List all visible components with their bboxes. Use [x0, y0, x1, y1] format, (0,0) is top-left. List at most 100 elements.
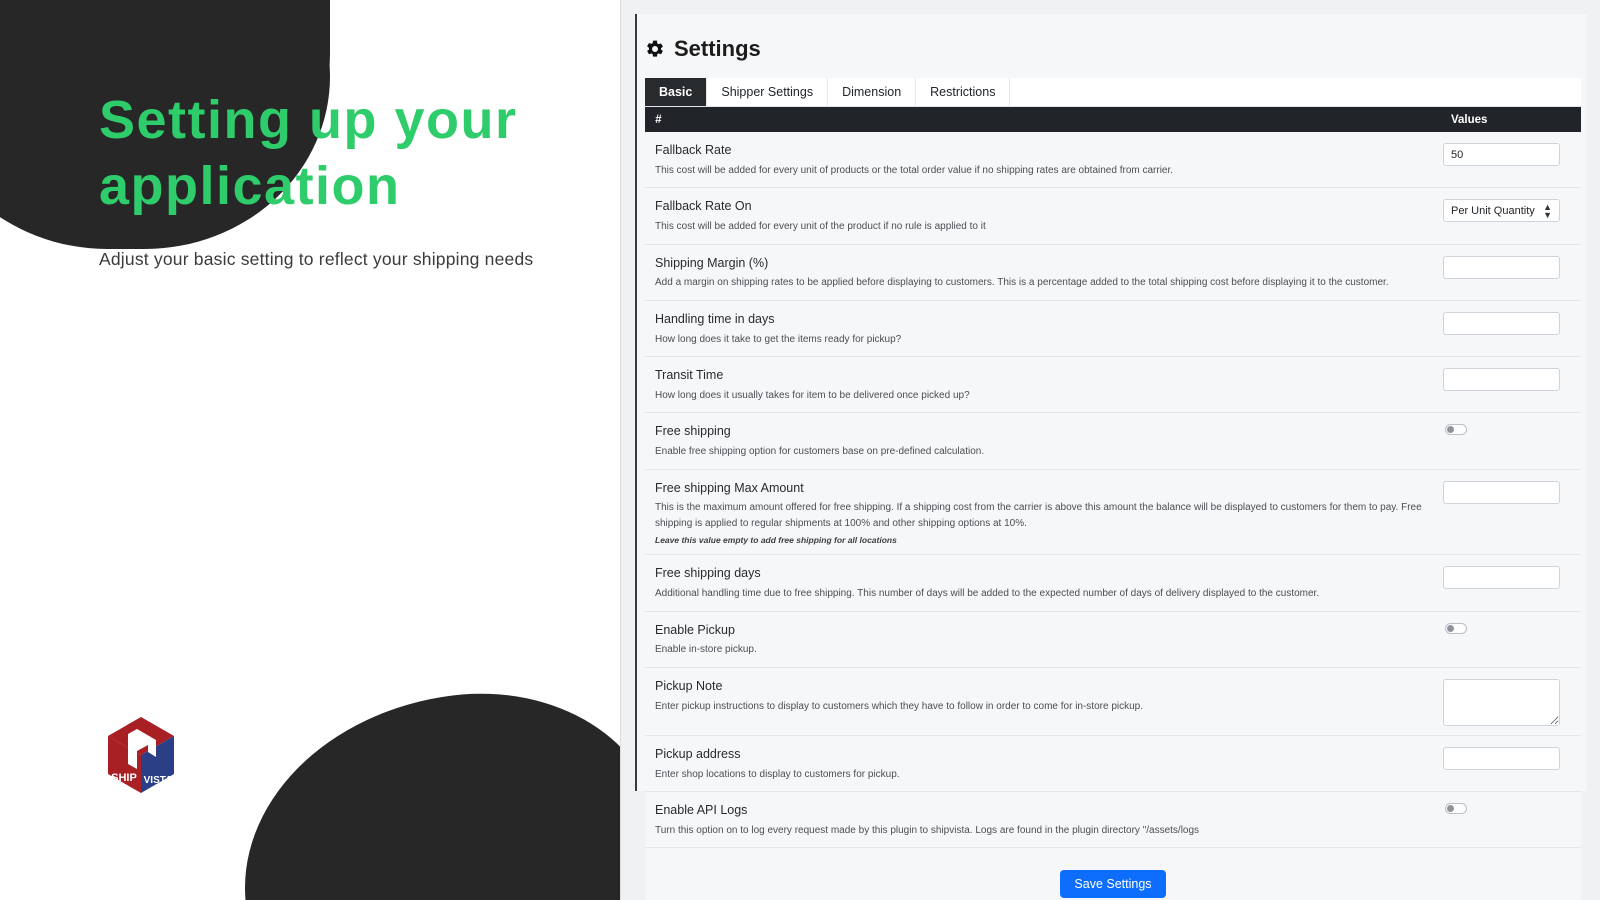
setting-description: How long does it take to get the items r…	[655, 333, 902, 345]
setting-row-pickup-address: Pickup address Enter shop locations to di…	[645, 736, 1581, 792]
chevron-updown-icon: ▲ ▼	[1543, 201, 1552, 220]
setting-value-cell	[1443, 621, 1581, 634]
free-shipping-toggle[interactable]	[1445, 424, 1467, 436]
screen-root: Setting up your application Adjust your …	[0, 0, 1600, 900]
setting-value-cell: Per Unit Quantity ▲ ▼	[1443, 197, 1581, 223]
setting-row-fallback-rate-on: Fallback Rate On This cost will be added …	[645, 188, 1581, 245]
save-settings-button[interactable]: Save Settings	[1060, 870, 1166, 899]
toggle-knob	[1447, 805, 1454, 812]
free-shipping-max-amount-input[interactable]	[1443, 480, 1560, 504]
setting-row-shipping-margin: Shipping Margin (%) Add a margin on shipp…	[645, 245, 1581, 301]
fallback-rate-input[interactable]	[1443, 143, 1560, 166]
settings-tabs: Basic Shipper Settings Dimension Restrictio…	[645, 78, 1581, 107]
setting-value-cell	[1443, 479, 1581, 504]
toggle-knob	[1447, 624, 1454, 632]
setting-value-cell	[1443, 310, 1581, 335]
setting-row-handling-time-in-days: Handling time in days How long does it ta…	[645, 301, 1581, 357]
setting-label: Enable API Logs	[655, 803, 748, 817]
setting-description: Add a margin on shipping rates to be app…	[655, 277, 1389, 289]
setting-label: Fallback Rate	[655, 143, 732, 157]
setting-description: Enter shop locations to display to custo…	[655, 768, 900, 780]
setting-label-cell: Pickup Note Enter pickup instructions to …	[655, 677, 1443, 714]
tab-dimension[interactable]: Dimension	[828, 78, 917, 106]
free-shipping-days-input[interactable]	[1443, 566, 1560, 590]
setting-row-free-shipping-max-amount: Free shipping Max Amount This is the maxi…	[645, 470, 1581, 556]
setting-value-cell	[1443, 366, 1581, 391]
tab-basic[interactable]: Basic	[645, 78, 708, 106]
setting-label: Fallback Rate On	[655, 199, 752, 214]
column-header-hash: #	[655, 113, 662, 126]
settings-panel: Settings Basic Shipper Settings Dimension R…	[620, 0, 1600, 900]
setting-label: Free shipping Max Amount	[655, 480, 804, 495]
setting-label-cell: Free shipping days Additional handling ti…	[655, 564, 1443, 601]
setting-row-transit-time: Transit Time How long does it usually tak…	[645, 357, 1581, 414]
shipping-margin-input[interactable]	[1443, 255, 1560, 279]
setting-value-cell	[1443, 801, 1581, 814]
settings-rows: Fallback Rate This cost will be added for…	[645, 132, 1581, 849]
setting-row-free-shipping-days: Free shipping days Additional handling ti…	[645, 555, 1581, 612]
setting-description: This cost will be added for every unit o…	[655, 164, 1174, 176]
column-header-values: Values	[1451, 113, 1488, 126]
toggle-knob	[1447, 426, 1454, 434]
setting-value-cell	[1443, 564, 1581, 590]
setting-label-cell: Pickup address Enter shop locations to di…	[655, 745, 1443, 782]
logo-right-text: VISTA	[144, 775, 173, 786]
setting-label: Transit Time	[655, 368, 724, 382]
tab-shipper-settings[interactable]: Shipper Settings	[707, 78, 829, 106]
setting-value-cell	[1443, 677, 1581, 726]
save-settings-container: Save Settings	[645, 848, 1581, 900]
setting-label: Pickup address	[655, 746, 741, 761]
setting-label-cell: Fallback Rate This cost will be added for…	[655, 141, 1443, 178]
setting-label-cell: Free shipping Enable free shipping option…	[655, 422, 1443, 459]
setting-value-cell	[1443, 745, 1581, 770]
handling-time-in-days-input[interactable]	[1443, 311, 1560, 335]
table-header-row: # Values	[645, 107, 1581, 132]
promo-panel: Setting up your application Adjust your …	[0, 0, 633, 900]
fallback-rate-on-select[interactable]: Per Unit Quantity ▲ ▼	[1443, 199, 1560, 223]
enable-api-logs-toggle[interactable]	[1445, 803, 1467, 814]
setting-label: Free shipping days	[655, 566, 761, 581]
setting-description: Turn this option on to log every request…	[655, 824, 1200, 836]
setting-description: This is the maximum amount offered for f…	[655, 502, 1422, 529]
setting-description: Enable in-store pickup.	[655, 644, 757, 656]
page-title-text: Settings	[674, 36, 761, 61]
setting-note: Leave this value empty to add free shipp…	[655, 535, 897, 546]
setting-label: Enable Pickup	[655, 622, 735, 637]
setting-label-cell: Shipping Margin (%) Add a margin on shipp…	[655, 254, 1443, 291]
setting-description: How long does it usually takes for item …	[655, 389, 970, 401]
setting-label-cell: Fallback Rate On This cost will be added …	[655, 197, 1443, 234]
setting-row-free-shipping: Free shipping Enable free shipping option…	[645, 413, 1581, 470]
setting-label: Shipping Margin (%)	[655, 255, 769, 270]
setting-value-cell	[1443, 422, 1581, 436]
setting-row-enable-pickup: Enable Pickup Enable in-store pickup.	[645, 612, 1581, 668]
setting-description: Additional handling time due to free shi…	[655, 588, 1320, 599]
setting-label-cell: Enable Pickup Enable in-store pickup.	[655, 621, 1443, 658]
setting-row-pickup-note: Pickup Note Enter pickup instructions to …	[645, 668, 1581, 736]
setting-label: Handling time in days	[655, 311, 775, 326]
setting-label-cell: Enable API Logs Turn this option on to lo…	[655, 801, 1443, 838]
tab-restrictions[interactable]: Restrictions	[916, 78, 1011, 106]
promo-heading: Setting up your application	[99, 90, 518, 216]
setting-description: This cost will be added for every unit o…	[655, 221, 986, 232]
setting-label-cell: Free shipping Max Amount This is the maxi…	[655, 479, 1443, 546]
setting-value-cell	[1443, 141, 1581, 166]
shipvista-logo: SHIP VISTA	[104, 713, 178, 797]
pickup-address-input[interactable]	[1443, 746, 1560, 770]
setting-label-cell: Handling time in days How long does it ta…	[655, 310, 1443, 347]
setting-value-cell	[1443, 254, 1581, 279]
setting-label: Free shipping	[655, 424, 731, 439]
transit-time-input[interactable]	[1443, 368, 1560, 391]
setting-row-enable-api-logs: Enable API Logs Turn this option on to lo…	[645, 792, 1581, 849]
enable-pickup-toggle[interactable]	[1445, 622, 1467, 634]
gear-icon	[647, 40, 663, 57]
setting-row-fallback-rate: Fallback Rate This cost will be added for…	[645, 132, 1581, 189]
page-title: Settings	[637, 14, 1587, 62]
setting-label: Pickup Note	[655, 678, 723, 693]
setting-label-cell: Transit Time How long does it usually tak…	[655, 366, 1443, 403]
promo-subheading: Adjust your basic setting to reflect you…	[99, 249, 534, 269]
fallback-rate-on-select-value: Per Unit Quantity	[1451, 204, 1535, 217]
pickup-note-textarea[interactable]	[1443, 678, 1560, 726]
decorative-blob-bottom	[223, 672, 633, 900]
setting-description: Enable free shipping option for customer…	[655, 446, 985, 457]
logo-left-text: SHIP	[111, 772, 137, 784]
